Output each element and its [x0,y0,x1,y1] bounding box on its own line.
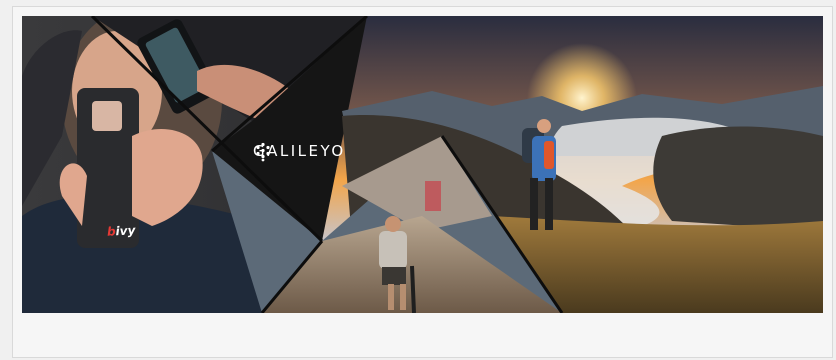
banner-image[interactable]: GALILEYO bivy [22,16,823,313]
post-card: GALILEYO bivy [12,6,833,358]
device-brand-label: bivy [106,223,136,239]
galileyo-logo: GALILEYO [253,142,346,162]
banner-collage [22,16,823,313]
hexagon-dots-icon [256,142,270,162]
